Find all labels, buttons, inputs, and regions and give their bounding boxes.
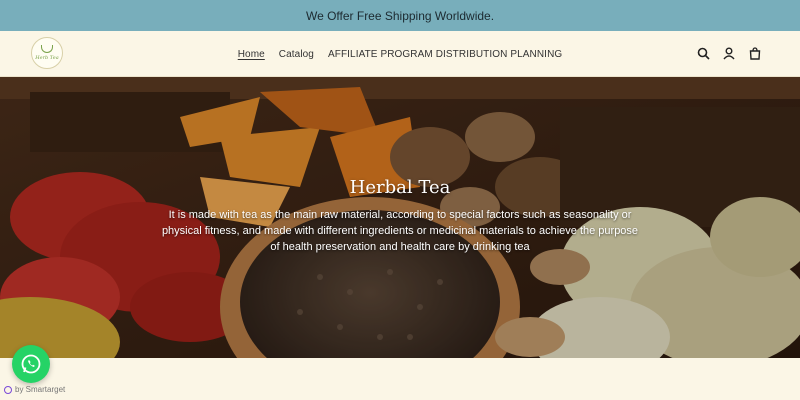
main-nav: Home Catalog AFFILIATE PROGRAM DISTRIBUT…	[0, 31, 800, 77]
whatsapp-chat-button[interactable]	[12, 345, 50, 383]
announcement-text: We Offer Free Shipping Worldwide.	[305, 8, 495, 23]
smartarget-label: by Smartarget	[15, 385, 66, 394]
announcement-bar: We Offer Free Shipping Worldwide.	[0, 0, 800, 31]
hero-description: It is made with tea as the main raw mate…	[161, 209, 639, 253]
hero-title: Herbal Tea	[349, 177, 451, 198]
nav-home[interactable]: Home	[238, 49, 265, 60]
hero-banner: Herbal Tea It is made with tea as the ma…	[0, 77, 800, 358]
site-header: Herb Tea Home Catalog AFFILIATE PROGRAM …	[0, 31, 800, 77]
nav-affiliate[interactable]: AFFILIATE PROGRAM DISTRIBUTION PLANNING	[328, 49, 562, 60]
smartarget-credit[interactable]: by Smartarget	[4, 385, 65, 394]
nav-catalog[interactable]: Catalog	[279, 49, 314, 60]
header-icons	[696, 46, 762, 60]
search-icon[interactable]	[696, 46, 710, 60]
user-icon[interactable]	[722, 46, 736, 60]
cart-icon[interactable]	[748, 46, 762, 60]
page-below-hero	[0, 358, 800, 400]
smartarget-icon	[4, 385, 12, 394]
whatsapp-icon	[21, 354, 41, 374]
